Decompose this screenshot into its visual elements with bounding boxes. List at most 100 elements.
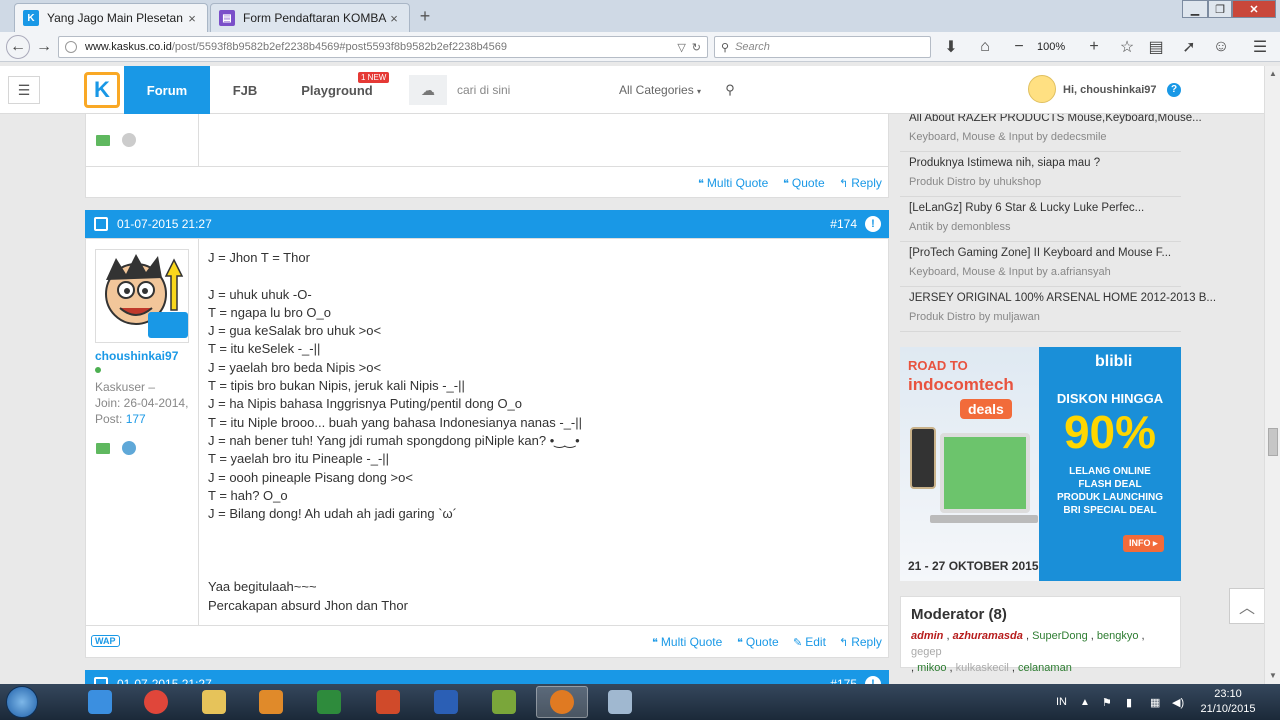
smiley-icon[interactable] — [122, 441, 136, 455]
send-icon[interactable]: ➚ — [1178, 36, 1200, 58]
moderator-link[interactable]: celanaman — [1018, 662, 1072, 674]
kaskus-logo[interactable]: K — [84, 72, 120, 108]
post-line: T = tipis bro bukan Nipis, jeruk kali Ni… — [208, 378, 465, 394]
close-window-button[interactable]: ✕ — [1232, 0, 1276, 18]
download-icon[interactable]: ⬇ — [940, 36, 962, 58]
book-icon[interactable] — [96, 134, 110, 146]
firefox-icon[interactable] — [536, 686, 588, 718]
internet-explorer-icon[interactable] — [74, 686, 126, 718]
moderator-link[interactable]: kulkaskecil — [956, 662, 1009, 674]
system-clock[interactable]: 23:10 21/10/2015 — [1198, 687, 1258, 717]
post-number[interactable]: #174 — [830, 210, 857, 238]
multi-quote-button[interactable]: ❝ Multi Quote — [652, 626, 722, 658]
multi-quote-button[interactable]: ❝ Multi Quote — [698, 167, 768, 199]
zoom-level[interactable]: 100% — [1037, 36, 1065, 58]
book-icon[interactable] — [96, 442, 110, 454]
page-scrollbar[interactable]: ▲ ▼ — [1264, 66, 1280, 684]
ad-banner[interactable]: ROAD TO indocomtech deals 21 - 27 OKTOBE… — [900, 347, 1181, 581]
minimize-button[interactable]: ▁ — [1182, 0, 1208, 18]
reading-list-icon[interactable]: ▤ — [1145, 36, 1167, 58]
scrollbar-thumb[interactable] — [1268, 428, 1278, 456]
tab-kaskus[interactable]: K Yang Jago Main Plesetan ... × — [14, 3, 208, 32]
show-hidden-icons-icon[interactable]: ▲ — [1080, 684, 1090, 720]
help-icon[interactable]: ? — [1167, 83, 1181, 97]
thread-item[interactable]: JERSEY ORIGINAL 100% ARSENAL HOME 2012-2… — [900, 287, 1216, 332]
volume-icon[interactable]: ◀) — [1172, 684, 1184, 720]
home-icon[interactable]: ⌂ — [974, 36, 996, 58]
close-tab-icon[interactable]: × — [185, 11, 199, 26]
post-body: J = Jhon T = Thor J = uhuk uhuk -O- T = … — [208, 249, 582, 615]
quote-button[interactable]: ❝ Quote — [783, 167, 825, 199]
author-username[interactable]: choushinkai97 — [95, 349, 178, 363]
nav-fjb[interactable]: FJB — [220, 66, 270, 114]
moderator-link[interactable]: bengkyo — [1097, 630, 1139, 642]
forward-button[interactable]: → — [34, 36, 54, 58]
thread-item[interactable]: Produknya Istimewa nih, siapa mau ? Prod… — [900, 152, 1181, 197]
post-number[interactable]: #175 — [830, 670, 857, 684]
post-header: 01-07-2015 21:27 #174 ! — [85, 210, 889, 238]
close-tab-icon[interactable]: × — [387, 11, 401, 26]
moderator-link[interactable]: azhuramasda — [953, 630, 1023, 642]
author-avatar[interactable] — [95, 249, 189, 343]
search-icon[interactable]: ⚲ — [711, 75, 749, 105]
post-line: J = Jhon T = Thor — [208, 250, 310, 265]
new-tab-button[interactable]: + — [414, 6, 436, 26]
menu-icon[interactable]: ☰ — [1248, 36, 1272, 58]
power-icon[interactable]: ▮ — [1126, 684, 1132, 720]
chevron-up-icon: ︿ — [1238, 600, 1255, 617]
pen-tool-icon[interactable] — [478, 686, 530, 718]
user-avatar[interactable] — [1028, 75, 1056, 103]
browser-search-input[interactable]: ⚲ Search — [714, 36, 931, 58]
chrome-icon[interactable] — [130, 686, 182, 718]
dropdown-arrow-icon[interactable]: ▽ — [677, 41, 685, 54]
powerpoint-icon[interactable] — [362, 686, 414, 718]
chat-icon[interactable]: ☺ — [1210, 36, 1232, 58]
previous-post: ❝ Multi Quote ❝ Quote ↰ Reply — [85, 114, 889, 198]
tab-form[interactable]: ▤ Form Pendaftaran KOMBA... × — [210, 3, 410, 32]
post-count[interactable]: 177 — [126, 412, 146, 426]
paint-icon[interactable] — [594, 686, 646, 718]
nav-forum[interactable]: Forum — [124, 66, 210, 114]
moderator-link[interactable]: admin — [911, 630, 943, 642]
reload-icon[interactable]: ↻ — [692, 41, 701, 54]
zoom-out-button[interactable]: − — [1008, 36, 1030, 58]
thread-item[interactable]: [ProTech Gaming Zone] II Keyboard and Mo… — [900, 242, 1181, 287]
maximize-button[interactable]: ❐ — [1208, 0, 1232, 18]
action-center-icon[interactable]: ⚑ — [1102, 684, 1112, 720]
checkbox-icon[interactable] — [94, 217, 108, 231]
back-button[interactable]: ← — [6, 35, 30, 59]
scroll-up-arrow-icon[interactable]: ▲ — [1265, 66, 1280, 82]
thread-item[interactable]: All About RAZER PRODUCTS Mouse,Keyboard,… — [900, 114, 1202, 152]
word-icon[interactable] — [420, 686, 472, 718]
smiley-icon[interactable] — [122, 133, 136, 147]
report-icon[interactable]: ! — [865, 676, 881, 684]
report-icon[interactable]: ! — [865, 216, 881, 232]
info-button[interactable]: INFO ▸ — [1123, 535, 1164, 552]
site-search-input[interactable]: cari di sini — [447, 75, 607, 105]
checkbox-icon[interactable] — [94, 677, 108, 684]
url-bar[interactable]: www.kaskus.co.id/post/5593f8b9582b2ef223… — [58, 36, 708, 58]
zoom-in-button[interactable]: + — [1083, 36, 1105, 58]
excel-icon[interactable] — [303, 686, 355, 718]
bookmark-star-icon[interactable]: ☆ — [1116, 36, 1138, 58]
post-line: Percakapan absurd Jhon dan Thor — [208, 597, 408, 613]
category-select[interactable]: All Categories ▾ — [607, 75, 711, 105]
scroll-to-top-button[interactable]: ︿ — [1229, 588, 1265, 624]
thread-item[interactable]: [LeLanGz] Ruby 6 Star & Lucky Luke Perfe… — [900, 197, 1181, 242]
media-player-icon[interactable] — [245, 686, 297, 718]
file-explorer-icon[interactable] — [188, 686, 240, 718]
language-indicator[interactable]: IN — [1056, 684, 1067, 720]
hamburger-menu-icon[interactable]: ☰ — [8, 76, 40, 104]
reply-button[interactable]: ↰ Reply — [839, 167, 882, 199]
reply-button[interactable]: ↰ Reply — [839, 626, 882, 658]
network-icon[interactable]: ▦ — [1150, 684, 1160, 720]
moderator-link[interactable]: gegep — [911, 646, 942, 658]
quote-button[interactable]: ❝ Quote — [737, 626, 779, 658]
reply-icon: ↰ — [839, 178, 849, 190]
moderator-link[interactable]: SuperDong — [1032, 630, 1088, 642]
moderator-link[interactable]: mikoo — [917, 662, 946, 674]
start-button[interactable] — [6, 686, 38, 718]
user-greeting[interactable]: Hi, choushinkai97 — [1063, 66, 1157, 114]
edit-button[interactable]: ✎ Edit — [793, 626, 826, 658]
scroll-down-arrow-icon[interactable]: ▼ — [1265, 668, 1280, 684]
